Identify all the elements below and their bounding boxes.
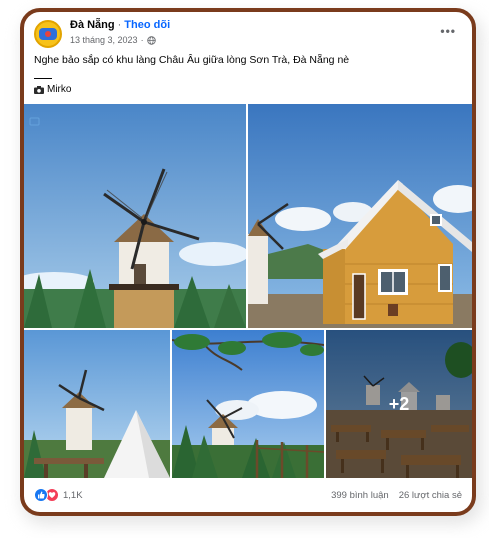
globe-icon <box>146 35 156 45</box>
more-photos-count: +2 <box>388 393 410 414</box>
camera-icon <box>34 85 44 94</box>
more-photos-overlay[interactable]: +2 <box>326 330 472 478</box>
reactions-summary[interactable]: 1,1K <box>34 488 83 502</box>
more-options-button[interactable]: ••• <box>440 24 456 38</box>
credit-name: Mirko <box>47 84 72 95</box>
engagement-stats: 399 bình luận 26 lượt chia sẻ <box>331 490 462 501</box>
photo-credit: Mirko <box>34 84 71 95</box>
post-header: Đà Nẵng · Theo dõi 13 tháng 3, 2023 · ••• <box>34 18 462 50</box>
post-footer: 1,1K 399 bình luận 26 lượt chia sẻ <box>34 486 462 506</box>
page-avatar[interactable] <box>34 20 62 48</box>
post-caption: Nghe bảo sắp có khu làng Châu Âu giữa lò… <box>34 54 350 66</box>
gallery-photo-4[interactable] <box>172 330 324 478</box>
avatar-logo-icon <box>39 28 57 40</box>
date-separator: · <box>140 35 144 45</box>
name-separator: · <box>117 19 122 31</box>
caption-divider <box>34 78 52 79</box>
follow-button[interactable]: Theo dõi <box>124 19 170 31</box>
post-meta: 13 tháng 3, 2023 · <box>70 35 156 45</box>
gallery-photo-3[interactable] <box>24 330 170 478</box>
comment-count[interactable]: 399 bình luận <box>331 490 389 501</box>
gallery-photo-5[interactable]: +2 <box>326 330 472 478</box>
share-count[interactable]: 26 lượt chia sẻ <box>399 490 462 501</box>
gallery-photo-1[interactable] <box>24 104 246 328</box>
photo-gallery: +2 <box>24 104 472 478</box>
post-date[interactable]: 13 tháng 3, 2023 <box>70 35 138 45</box>
reaction-count: 1,1K <box>63 489 83 501</box>
post-card: Đà Nẵng · Theo dõi 13 tháng 3, 2023 · ••• … <box>20 8 476 516</box>
like-icon <box>34 488 48 502</box>
name-row: Đà Nẵng · Theo dõi <box>70 19 170 31</box>
gallery-photo-2[interactable] <box>248 104 472 328</box>
page-name[interactable]: Đà Nẵng <box>70 19 115 31</box>
